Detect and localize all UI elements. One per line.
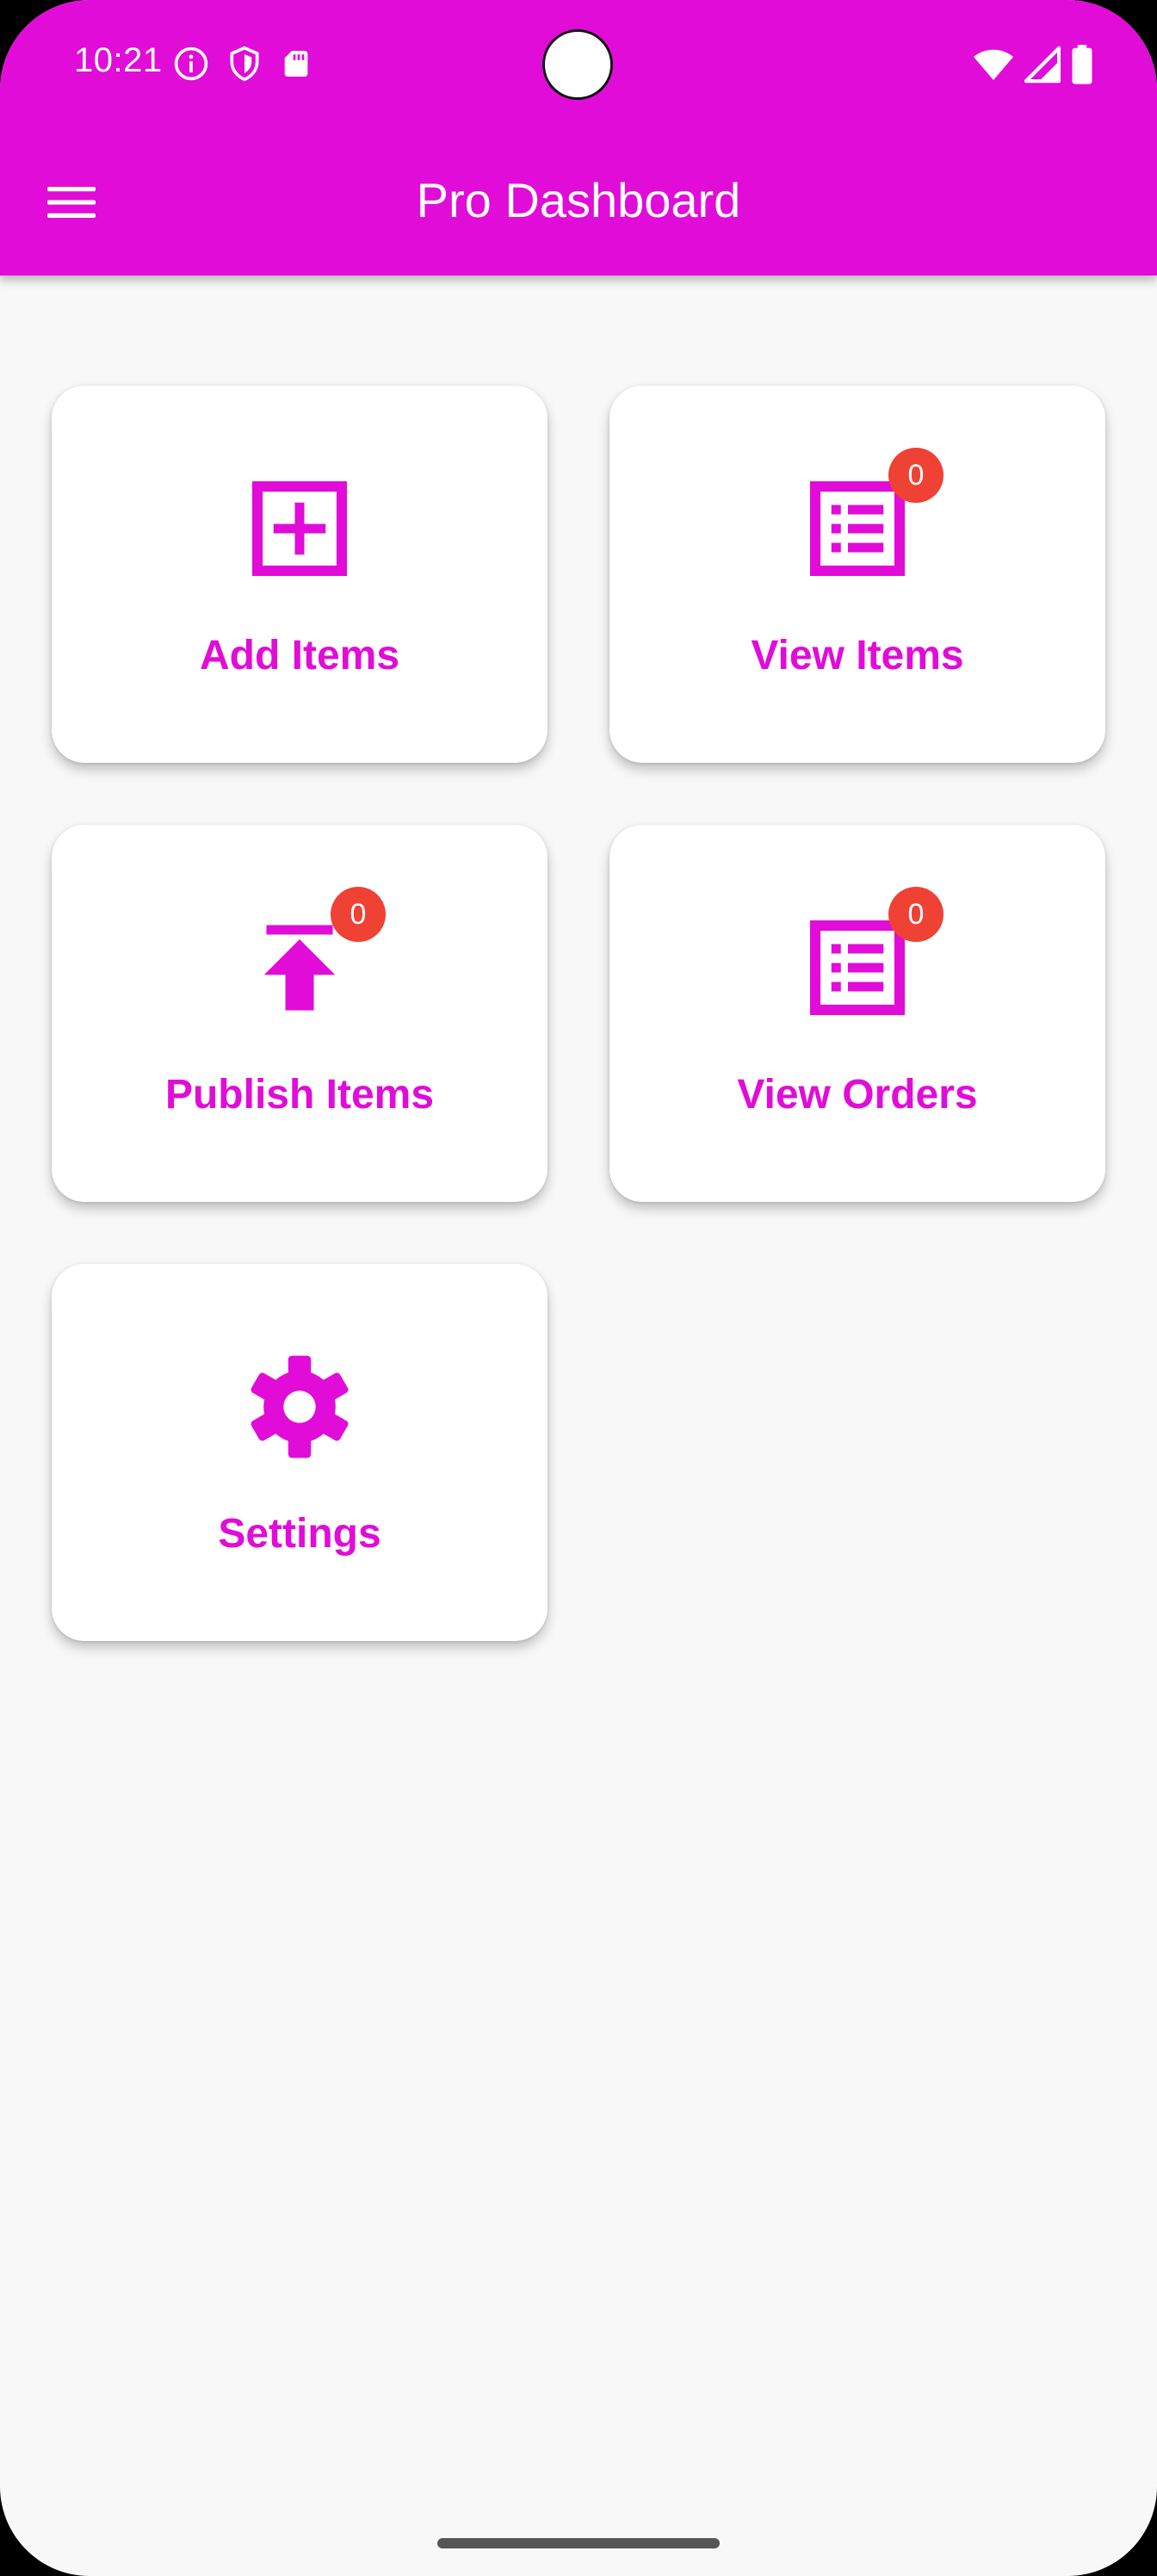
count-badge: 0 <box>888 887 944 942</box>
count-badge: 0 <box>331 887 386 942</box>
add-box-icon <box>243 481 356 589</box>
info-icon <box>172 45 210 87</box>
toolbar: Pro Dashboard <box>0 146 1157 258</box>
dashboard-screen: 10:21 Pro Dashboard Add Items 0 View Ite… <box>0 0 1157 2576</box>
sd-card-icon <box>279 46 313 85</box>
list-icon <box>801 920 914 1028</box>
publish-icon <box>243 925 356 1028</box>
shield-icon <box>226 45 263 87</box>
view-items-card[interactable]: 0 View Items <box>609 386 1105 763</box>
gear-icon <box>243 1355 356 1467</box>
front-camera <box>542 29 613 100</box>
wifi-icon <box>973 46 1014 88</box>
status-icons-left <box>172 45 313 87</box>
app-bar: 10:21 Pro Dashboard <box>0 0 1157 276</box>
add-items-card[interactable]: Add Items <box>52 386 548 763</box>
status-icons-right <box>973 45 1093 89</box>
settings-card[interactable]: Settings <box>52 1264 548 1641</box>
card-label: View Orders <box>737 1072 978 1118</box>
signal-icon <box>1024 46 1061 88</box>
card-label: Add Items <box>199 633 400 678</box>
dashboard-grid: Add Items 0 View Items 0 Publish Items 0… <box>52 386 1105 1641</box>
card-label: View Items <box>751 633 964 678</box>
card-label: Publish Items <box>164 1072 435 1118</box>
list-icon <box>801 481 914 589</box>
status-bar: 10:21 <box>0 0 1157 129</box>
battery-icon <box>1071 45 1093 89</box>
view-orders-card[interactable]: 0 View Orders <box>609 825 1105 1202</box>
count-badge: 0 <box>888 448 944 503</box>
card-label: Settings <box>218 1511 381 1557</box>
page-title: Pro Dashboard <box>416 173 741 227</box>
home-indicator[interactable] <box>437 2538 720 2548</box>
status-time: 10:21 <box>74 41 163 79</box>
publish-items-card[interactable]: 0 Publish Items <box>52 825 548 1202</box>
